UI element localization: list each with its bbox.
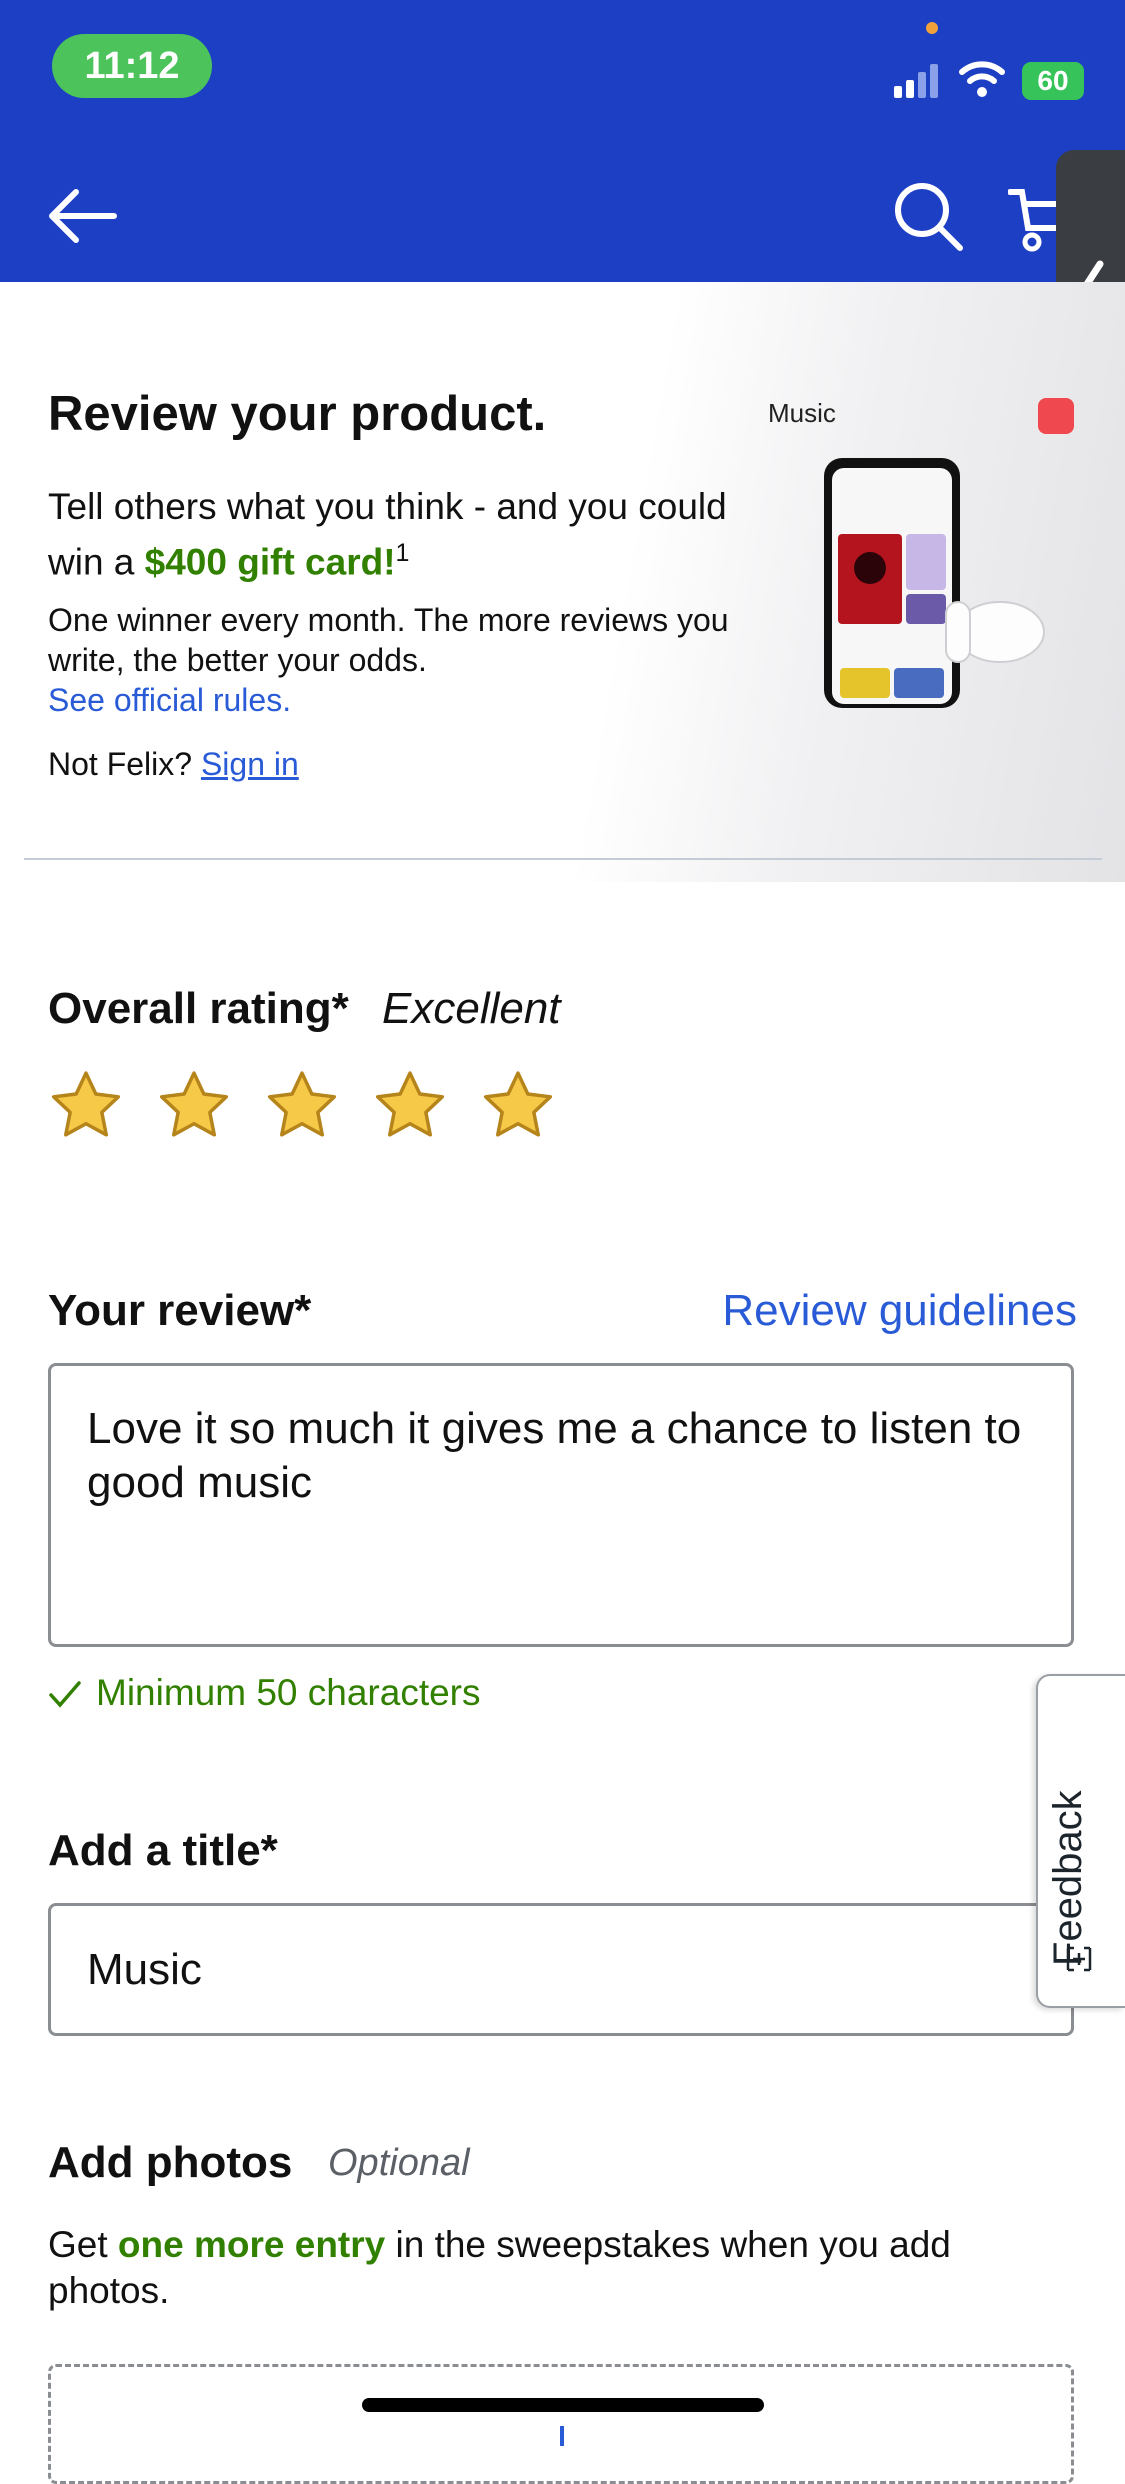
sign-in-link[interactable]: Sign in [201, 746, 299, 782]
checkmark-icon [49, 1681, 81, 1708]
gift-card-highlight: $400 gift card! [144, 541, 396, 583]
apple-music-logo: Music [768, 398, 836, 428]
photos-description: Get one more entry in the sweepstakes wh… [48, 2224, 951, 2311]
official-rules-link[interactable]: See official rules. [48, 682, 291, 719]
optional-tag: Optional [328, 2142, 470, 2184]
photo-upload-area[interactable] [48, 2364, 1074, 2484]
overall-rating-label: Overall rating* [48, 984, 349, 1033]
status-time: 11:12 [52, 34, 212, 98]
hero-subtitle: Tell others what you think - and you cou… [48, 486, 727, 583]
add-title-label: Add a title* [48, 1826, 278, 1875]
home-indicator [362, 2398, 764, 2412]
sign-in-line: Not Felix? Sign in [48, 746, 299, 782]
your-review-label: Your review* [48, 1286, 312, 1335]
star-icon[interactable] [48, 1068, 124, 1144]
min-characters-validation: Minimum 50 characters [48, 1672, 481, 1714]
privacy-indicator [926, 22, 938, 34]
review-guidelines-link[interactable]: Review guidelines [722, 1286, 1077, 1336]
signal-icon [894, 64, 938, 98]
star-icon[interactable] [372, 1068, 448, 1144]
product-image: Music [768, 398, 1074, 708]
hero-title: Review your product. [48, 387, 547, 441]
feedback-tab[interactable]: Feedback [1036, 1674, 1125, 2008]
search-icon[interactable] [890, 178, 966, 254]
wifi-icon [959, 61, 1005, 97]
rating-value-text: Excellent [382, 984, 561, 1033]
feedback-label: Feedback [1046, 1790, 1090, 1966]
back-arrow-icon[interactable] [44, 184, 124, 248]
battery-icon: 60 [1022, 62, 1084, 100]
hero-note: One winner every month. The more reviews… [48, 602, 729, 678]
one-more-entry-highlight: one more entry [117, 2224, 386, 2265]
star-icon[interactable] [264, 1068, 340, 1144]
section-divider [24, 858, 1102, 860]
add-photo-icon [560, 2426, 564, 2446]
review-textarea[interactable]: Love it so much it gives me a chance to … [48, 1363, 1074, 1647]
add-photos-label: Add photos [48, 2138, 293, 2187]
star-icon[interactable] [480, 1068, 556, 1144]
expand-plus-icon [1066, 1946, 1092, 1972]
star-icon[interactable] [156, 1068, 232, 1144]
title-input[interactable]: Music [48, 1903, 1074, 2036]
